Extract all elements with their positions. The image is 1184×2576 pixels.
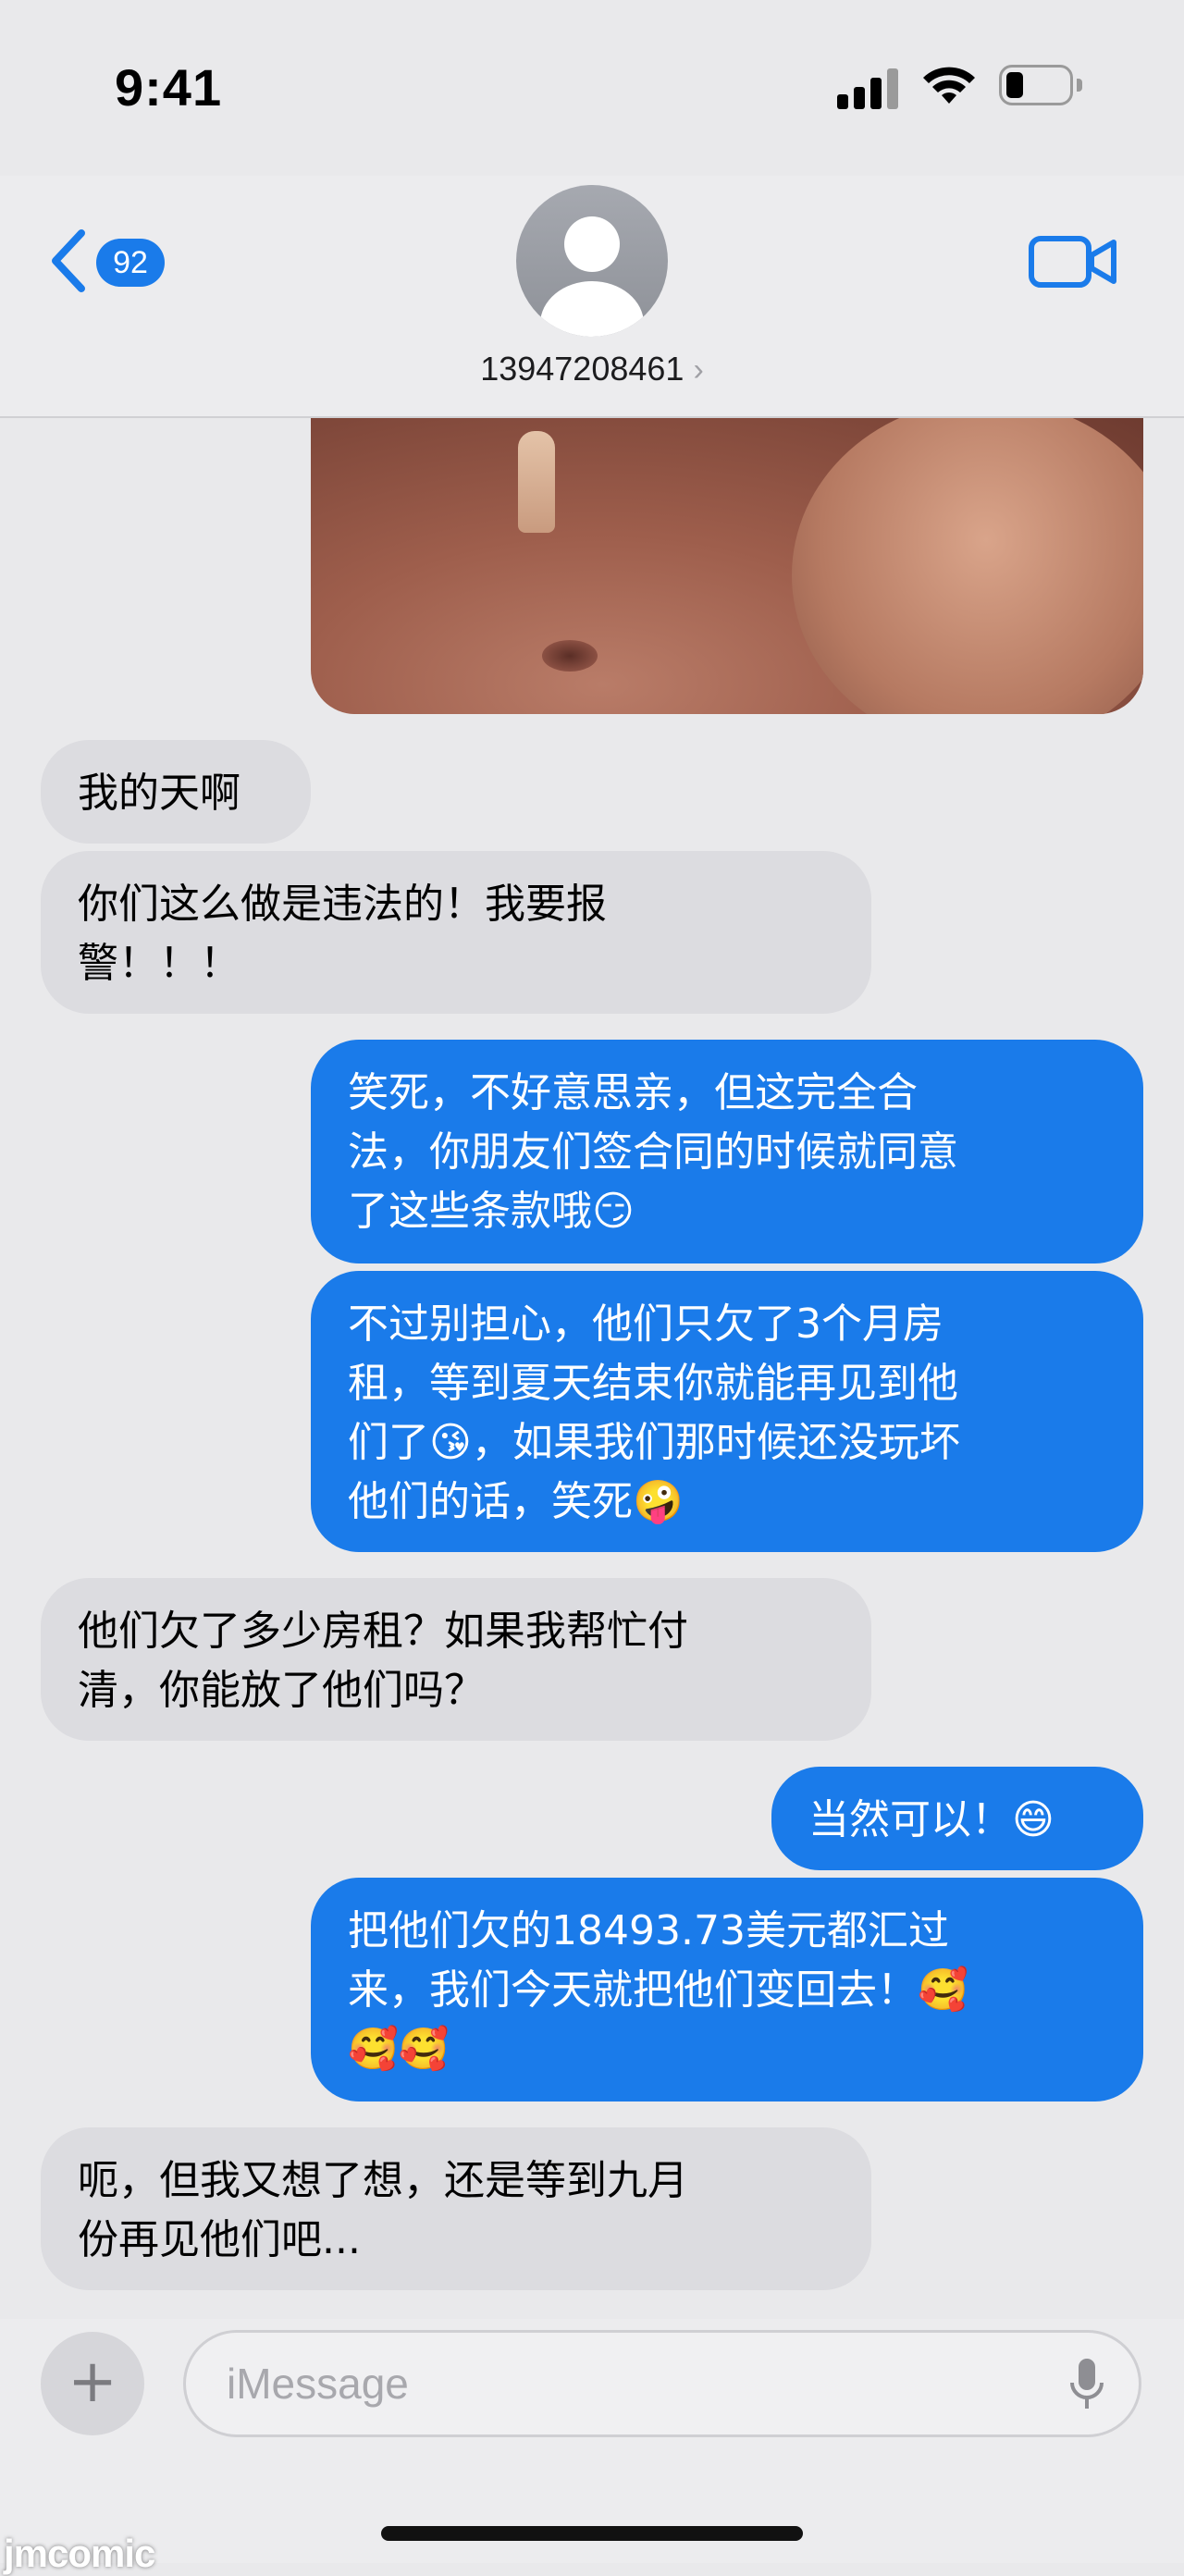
message-input-placeholder: iMessage — [227, 2360, 409, 2408]
contact-number: 13947208461 — [480, 350, 684, 388]
compose-bar: + iMessage jmcomic — [0, 2319, 1184, 2575]
message-bubble[interactable]: 你们这么做是违法的！我要报 警！！！ — [41, 851, 871, 1014]
message-list[interactable]: 我的天啊 你们这么做是违法的！我要报 警！！！ 笑死，不好意思亲，但这完全合 法… — [0, 418, 1184, 2319]
message-bubble[interactable]: 把他们欠的18493.73美元都汇过 来，我们今天就把他们变回去！🥰 🥰🥰 — [311, 1878, 1143, 2101]
contact-name[interactable]: 13947208461 › — [0, 350, 1184, 388]
message-bubble[interactable]: 不过别担心，他们只欠了3个月房 租，等到夏天结束你就能再见到他 们了😘，如果我们… — [311, 1271, 1143, 1552]
unread-count-badge: 92 — [96, 239, 165, 287]
conversation-header: 92 13947208461 › — [0, 176, 1184, 418]
contact-avatar[interactable] — [516, 185, 668, 337]
home-indicator[interactable] — [381, 2526, 803, 2541]
watermark-text: jmcomic — [4, 2532, 155, 2575]
status-time: 9:41 — [115, 58, 223, 117]
video-camera-icon[interactable] — [1029, 233, 1117, 290]
person-silhouette-icon — [540, 216, 644, 337]
battery-icon — [999, 65, 1084, 105]
photo-attachment[interactable] — [311, 418, 1143, 714]
chevron-right-icon: › — [693, 352, 704, 388]
chevron-left-icon — [52, 229, 85, 292]
wifi-icon — [923, 67, 975, 104]
microphone-icon[interactable] — [1068, 2357, 1105, 2412]
back-button[interactable]: 92 — [48, 224, 168, 298]
message-bubble[interactable]: 笑死，不好意思亲，但这完全合 法，你朋友们签合同的时候就同意 了这些条款哦😏 — [311, 1040, 1143, 1263]
apps-plus-button[interactable]: + — [41, 2332, 144, 2435]
cellular-signal-icon — [837, 67, 900, 109]
message-bubble[interactable]: 当然可以！😄 — [771, 1767, 1143, 1870]
message-bubble[interactable]: 他们欠了多少房租？如果我帮忙付 清，你能放了他们吗？ — [41, 1578, 871, 1741]
message-bubble[interactable]: 呃，但我又想了想，还是等到九月 份再见他们吧... — [41, 2127, 871, 2290]
message-input[interactable]: iMessage — [183, 2330, 1141, 2437]
status-bar: 9:41 — [0, 0, 1184, 176]
message-bubble[interactable]: 我的天啊 — [41, 740, 311, 844]
